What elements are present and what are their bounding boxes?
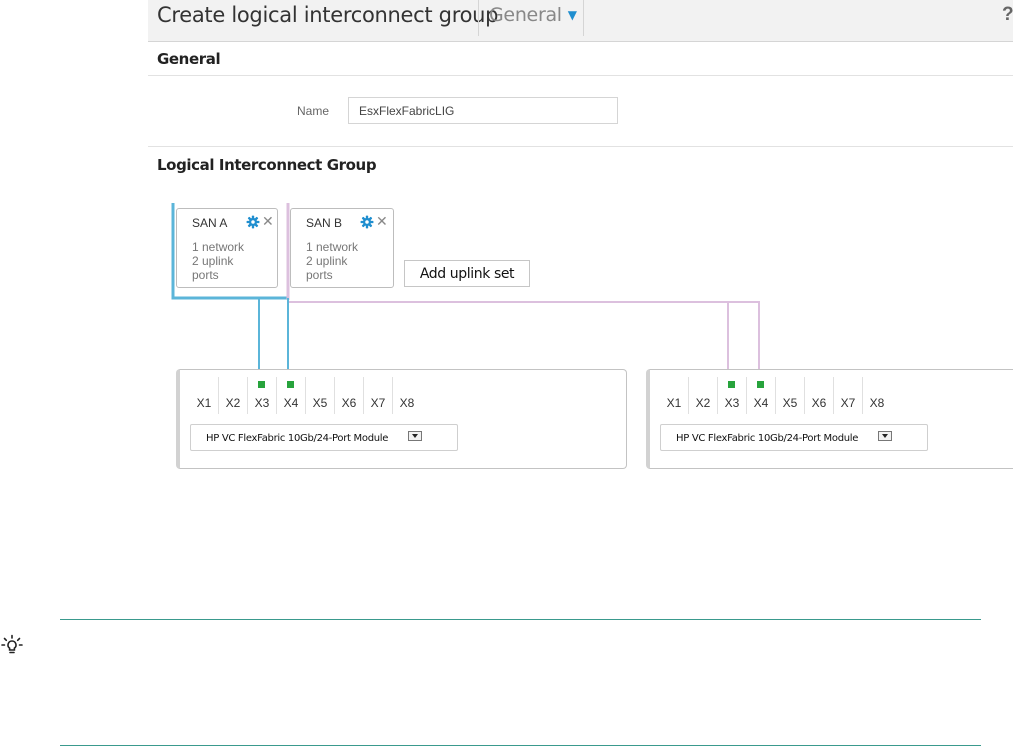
close-icon[interactable]: ✕ xyxy=(376,214,388,228)
port-label: X5 xyxy=(312,396,328,410)
port-active-indicator xyxy=(287,381,294,388)
close-icon[interactable]: ✕ xyxy=(262,214,274,228)
port-label: X6 xyxy=(811,396,827,410)
module-type-value: HP VC FlexFabric 10Gb/24-Port Module xyxy=(676,433,859,444)
uplink-set-networks: 1 network xyxy=(192,240,245,254)
port-x6[interactable]: X6 xyxy=(335,377,364,414)
module-type-select[interactable]: HP VC FlexFabric 10Gb/24-Port Module xyxy=(660,424,928,451)
port-active-indicator xyxy=(757,381,764,388)
uplink-set-card-san-b[interactable]: SAN B ✕ 1 network 2 uplink ports xyxy=(290,208,394,288)
port-list: X1 X2 X3 X4 X5 X6 X7 X8 xyxy=(660,377,892,414)
port-x2[interactable]: X2 xyxy=(219,377,248,414)
port-label: X7 xyxy=(840,396,856,410)
uplink-set-networks: 1 network xyxy=(306,240,359,254)
port-label: X4 xyxy=(283,396,299,410)
port-label: X8 xyxy=(869,396,885,410)
port-active-indicator xyxy=(728,381,735,388)
gear-icon[interactable] xyxy=(246,215,260,229)
uplink-set-name: SAN B xyxy=(306,216,343,230)
port-x2[interactable]: X2 xyxy=(689,377,718,414)
lightbulb-icon xyxy=(1,634,23,654)
tip-top-rule xyxy=(60,619,981,620)
module-type-select[interactable]: HP VC FlexFabric 10Gb/24-Port Module xyxy=(190,424,458,451)
port-x5[interactable]: X5 xyxy=(306,377,335,414)
gear-icon[interactable] xyxy=(360,215,374,229)
port-x6[interactable]: X6 xyxy=(805,377,834,414)
port-label: X7 xyxy=(370,396,386,410)
port-x3[interactable]: X3 xyxy=(718,377,747,414)
port-label: X5 xyxy=(782,396,798,410)
uplink-set-ports: 2 uplink xyxy=(306,254,348,268)
port-x7[interactable]: X7 xyxy=(834,377,863,414)
uplink-set-ports: 2 uplink xyxy=(192,254,234,268)
port-x4[interactable]: X4 xyxy=(747,377,776,414)
dropdown-arrow-icon[interactable] xyxy=(878,431,892,441)
port-label: X4 xyxy=(753,396,769,410)
uplink-set-name: SAN A xyxy=(192,216,228,230)
port-x8[interactable]: X8 xyxy=(393,377,422,414)
port-label: X1 xyxy=(196,396,212,410)
port-label: X8 xyxy=(399,396,415,410)
port-x8[interactable]: X8 xyxy=(863,377,892,414)
port-x7[interactable]: X7 xyxy=(364,377,393,414)
port-x1[interactable]: X1 xyxy=(660,377,689,414)
interconnect-bay-2: X1 X2 X3 X4 X5 X6 X7 X8 HP VC FlexFabric… xyxy=(646,369,1013,469)
uplink-set-ports-unit: ports xyxy=(306,268,333,282)
dropdown-arrow-icon[interactable] xyxy=(408,431,422,441)
port-label: X6 xyxy=(341,396,357,410)
port-x4[interactable]: X4 xyxy=(277,377,306,414)
uplink-set-card-san-a[interactable]: SAN A ✕ 1 network 2 uplink ports xyxy=(176,208,278,288)
interconnect-bay-1: X1 X2 X3 X4 X5 X6 X7 X8 HP VC FlexFabric… xyxy=(176,369,627,469)
port-label: X2 xyxy=(695,396,711,410)
port-label: X3 xyxy=(724,396,740,410)
port-label: X2 xyxy=(225,396,241,410)
module-type-value: HP VC FlexFabric 10Gb/24-Port Module xyxy=(206,433,389,444)
add-uplink-set-button[interactable]: Add uplink set xyxy=(404,260,530,287)
port-list: X1 X2 X3 X4 X5 X6 X7 X8 xyxy=(190,377,422,414)
uplink-set-ports-unit: ports xyxy=(192,268,219,282)
port-active-indicator xyxy=(258,381,265,388)
port-x5[interactable]: X5 xyxy=(776,377,805,414)
port-x3[interactable]: X3 xyxy=(248,377,277,414)
port-label: X1 xyxy=(666,396,682,410)
port-label: X3 xyxy=(254,396,270,410)
port-x1[interactable]: X1 xyxy=(190,377,219,414)
